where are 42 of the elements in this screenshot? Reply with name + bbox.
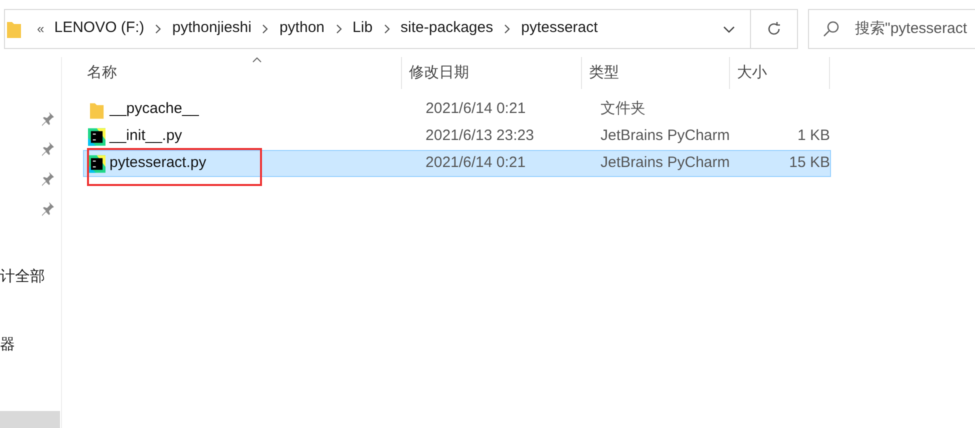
chevron-right-icon (334, 24, 343, 34)
file-type: JetBrains PyCharm (600, 154, 730, 172)
pin-icon[interactable] (41, 141, 55, 157)
chevron-right-icon (503, 24, 512, 34)
column-header[interactable]: 大小 (730, 57, 830, 89)
pycharm-file-icon (88, 154, 106, 172)
breadcrumb[interactable]: pytesseract (521, 17, 598, 40)
sidebar-item[interactable]: 器 (0, 331, 62, 359)
pin-icon[interactable] (41, 111, 55, 127)
column-header[interactable]: 类型 (582, 57, 730, 89)
pin-icon[interactable] (41, 171, 55, 187)
breadcrumb[interactable]: python (279, 17, 325, 40)
chevron-right-icon (382, 24, 391, 34)
file-row[interactable]: pytesseract.py 2021/6/14 0:21 JetBrains PyCharm 15 KB (83, 150, 831, 177)
sidebar-item[interactable]: 计全部 (0, 263, 62, 291)
file-name: pytesseract.py (110, 154, 206, 172)
pycharm-file-icon (88, 128, 106, 146)
breadcrumb[interactable]: pythonjieshi (172, 17, 252, 40)
column-header[interactable]: 名称 (80, 57, 402, 89)
file-row[interactable]: __init__.py 2021/6/13 23:23 JetBrains PyCharm 1 KB (83, 123, 831, 150)
folder-icon (7, 20, 21, 38)
search-icon (822, 20, 840, 38)
file-name: __init__.py (110, 127, 182, 144)
file-row[interactable]: __pycache__ 2021/6/14 0:21 文件夹 (83, 96, 831, 123)
chevron-right-icon (154, 24, 162, 34)
breadcrumb[interactable]: Lib (352, 17, 373, 40)
chevron-right-icon (261, 24, 270, 34)
column-header[interactable]: 修改日期 (402, 57, 582, 89)
file-name: __pycache__ (110, 100, 199, 118)
modified-date: 2021/6/13 23:23 (426, 127, 534, 144)
modified-date: 2021/6/14 0:21 (426, 100, 526, 118)
file-type: 文件夹 (600, 100, 646, 118)
modified-date: 2021/6/14 0:21 (426, 154, 526, 172)
breadcrumb[interactable]: LENOVO (F:) (54, 17, 144, 40)
breadcrumb[interactable]: site-packages (400, 17, 494, 40)
file-size: 1 KB (797, 127, 830, 144)
pin-icon[interactable] (41, 201, 55, 217)
file-size: 15 KB (789, 154, 830, 172)
file-type: JetBrains PyCharm (600, 127, 730, 144)
search-field[interactable]: 搜索"pytesseract (808, 8, 975, 48)
folder-icon (90, 100, 104, 118)
overflow-chevron[interactable]: « (37, 18, 44, 38)
